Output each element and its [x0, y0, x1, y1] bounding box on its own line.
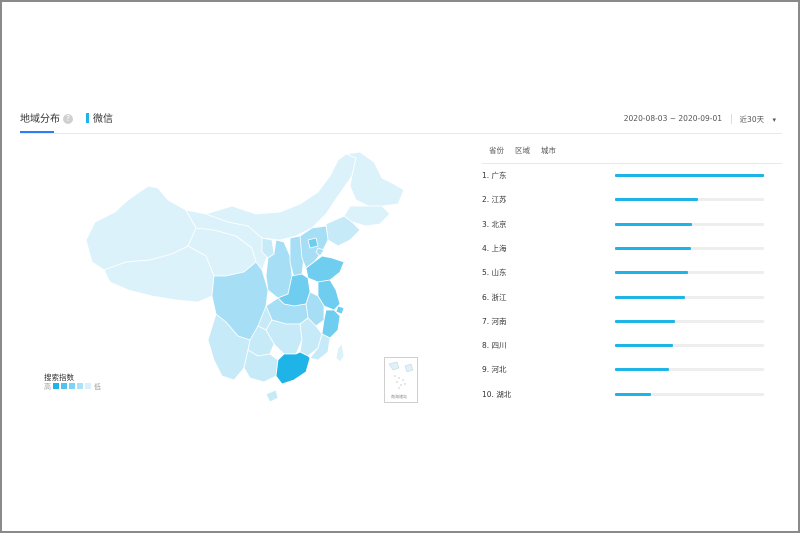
tab-region[interactable]: 地域分布? — [20, 113, 73, 127]
region-beijing[interactable] — [307, 237, 319, 249]
ranking-row: 5. 山东 — [482, 265, 782, 281]
region-hainan[interactable] — [265, 389, 279, 403]
legend-swatch-5 — [85, 383, 91, 389]
ranking-bar-track — [615, 319, 764, 323]
ranking-label: 7. 河南 — [482, 316, 507, 326]
chevron-down-icon: ▾ — [772, 116, 776, 124]
inset-label: 南海诸岛 — [391, 394, 407, 399]
ranking-label: 8. 四川 — [482, 341, 507, 351]
ranking-bar — [615, 295, 686, 299]
legend-swatch-1 — [53, 383, 59, 389]
ranking-bar-track — [615, 271, 764, 275]
legend-swatch-2 — [61, 383, 67, 389]
ranking-bar — [615, 222, 693, 226]
ranking-label: 1. 广东 — [482, 171, 507, 180]
ranking-label: 9. 河北 — [482, 365, 507, 375]
header-divider — [20, 133, 782, 134]
legend-swatch-4 — [77, 383, 83, 389]
ranking-bar — [615, 368, 669, 372]
header-separator — [731, 114, 732, 124]
ranking-row: 3. 北京 — [482, 217, 782, 233]
legend-high-label: 高 — [44, 383, 51, 391]
ranking-bar-track — [615, 198, 764, 202]
ranking-row: 7. 河南 — [482, 314, 782, 330]
ranking-bar-track — [615, 295, 764, 299]
ranking-bar — [615, 246, 691, 250]
ranking-label: 4. 上海 — [482, 243, 507, 253]
legend-scale: 高低 — [44, 382, 101, 392]
ranking-row: 8. 四川 — [482, 338, 782, 354]
ranking-label: 3. 北京 — [482, 219, 507, 229]
ranking-label: 6. 浙江 — [482, 292, 507, 302]
period-select[interactable]: 近30天 ▾ — [740, 114, 776, 125]
section-header: 地域分布? 微信 2020-08-03 ~ 2020-09-01 近30天 ▾ — [20, 108, 782, 134]
ranking-row: 2. 江苏 — [482, 192, 782, 208]
tab-region-label: 地域分布 — [20, 114, 60, 125]
tab-city[interactable]: 城市 — [541, 145, 556, 156]
ranking-row: 9. 河北 — [482, 362, 782, 378]
ranking-tabs: 省份 区域 城市 — [482, 144, 782, 164]
tab-wechat[interactable]: 微信 — [86, 113, 113, 127]
legend-swatch-3 — [69, 383, 75, 389]
ranking-bar — [615, 198, 699, 202]
ranking-bar-track — [615, 344, 764, 348]
region-taiwan[interactable] — [335, 343, 345, 363]
region-zhejiang[interactable] — [321, 309, 341, 339]
ranking-bar-track — [615, 392, 764, 396]
ranking-row: 6. 浙江 — [482, 290, 782, 306]
ranking-bar — [615, 344, 674, 348]
ranking-bar — [615, 392, 651, 396]
ranking-label: 2. 江苏 — [482, 195, 507, 205]
china-map[interactable] — [60, 145, 420, 410]
help-icon[interactable]: ? — [63, 114, 73, 124]
south-china-sea-inset: 南海诸岛 — [384, 357, 418, 403]
ranking-bar-track — [615, 222, 764, 226]
date-range: 2020-08-03 ~ 2020-09-01 — [623, 114, 722, 123]
tab-province[interactable]: 省份 — [489, 145, 504, 156]
ranking-bar — [615, 174, 764, 177]
ranking-bar-track — [615, 246, 764, 250]
ranking-bar-track — [615, 174, 764, 177]
ranking-label: 10. 湖北 — [482, 389, 512, 399]
legend-low-label: 低 — [94, 383, 101, 391]
ranking-bar-track — [615, 368, 764, 372]
ranking-label: 5. 山东 — [482, 268, 507, 278]
period-label: 近30天 — [739, 115, 765, 124]
ranking-row: 4. 上海 — [482, 241, 782, 257]
region-guangdong[interactable] — [275, 351, 311, 385]
ranking-divider — [482, 163, 782, 164]
tab-area[interactable]: 区域 — [515, 145, 530, 156]
ranking-bar — [615, 271, 688, 275]
ranking-bar — [615, 319, 675, 323]
wechat-marker-icon — [86, 113, 89, 123]
ranking-row: 1. 广东 — [482, 168, 782, 184]
ranking-row: 10. 湖北 — [482, 387, 782, 403]
tab-wechat-label: 微信 — [93, 114, 113, 125]
